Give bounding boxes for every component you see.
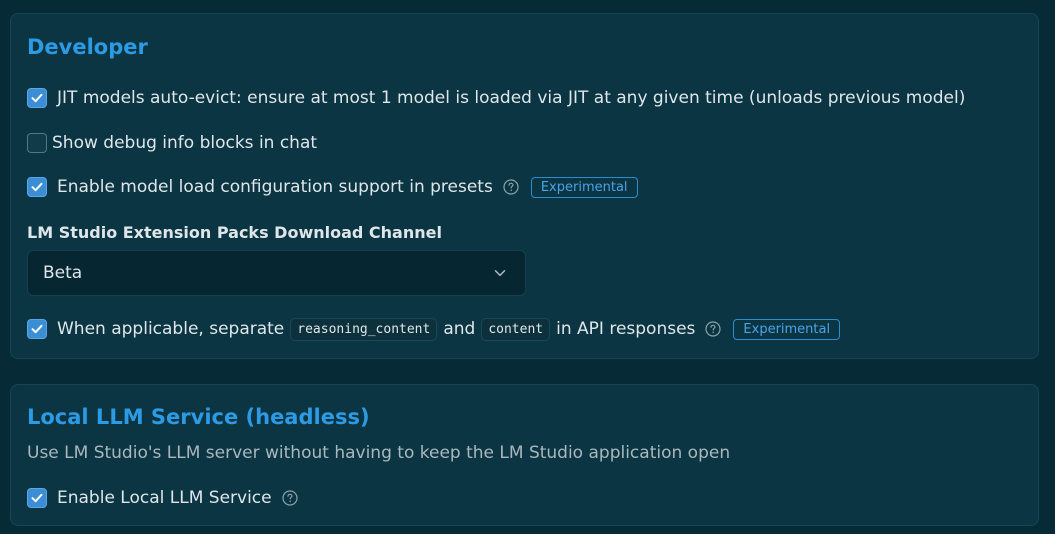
content-code: content	[481, 317, 551, 341]
question-circle-icon[interactable]	[705, 321, 722, 337]
experimental-badge: Experimental	[530, 176, 638, 198]
checkmark-icon	[31, 324, 43, 334]
debug-info-row[interactable]: Show debug info blocks in chat	[27, 131, 317, 155]
separate-reasoning-checkbox[interactable]	[27, 319, 47, 339]
experimental-badge: Experimental	[733, 318, 841, 340]
enable-local-llm-checkbox[interactable]	[27, 488, 47, 508]
separate-reasoning-row[interactable]: When applicable, separate reasoning_cont…	[27, 317, 841, 341]
enable-local-llm-row[interactable]: Enable Local LLM Service	[27, 486, 298, 510]
local-llm-description: Use LM Studio's LLM server without havin…	[27, 443, 731, 463]
extension-channel-value: Beta	[43, 263, 83, 283]
debug-info-checkbox[interactable]	[27, 133, 47, 153]
checkmark-icon	[31, 493, 43, 503]
checkmark-icon	[31, 182, 43, 192]
model-load-config-label: Enable model load configuration support …	[57, 177, 493, 197]
question-circle-icon[interactable]	[503, 179, 519, 195]
model-load-config-row[interactable]: Enable model load configuration support …	[27, 175, 638, 199]
checkmark-icon	[31, 93, 43, 103]
local-llm-section: Local LLM Service (headless) Use LM Stud…	[10, 384, 1039, 526]
debug-info-label: Show debug info blocks in chat	[52, 133, 318, 153]
separate-reasoning-text-after: in API responses	[556, 319, 696, 339]
jit-auto-evict-row[interactable]: JIT models auto-evict: ensure at most 1 …	[27, 86, 965, 110]
section-title-local-llm: Local LLM Service (headless)	[27, 405, 370, 429]
chevron-down-icon	[494, 270, 506, 277]
extension-channel-label: LM Studio Extension Packs Download Chann…	[27, 223, 442, 242]
section-title-developer: Developer	[27, 35, 148, 59]
reasoning-content-code: reasoning_content	[290, 317, 438, 341]
extension-channel-select[interactable]: Beta	[27, 250, 526, 296]
separate-reasoning-text-before: When applicable, separate	[57, 319, 285, 339]
question-circle-icon[interactable]	[282, 490, 298, 506]
separate-reasoning-text-and: and	[443, 319, 476, 339]
settings-page: Developer JIT models auto-evict: ensure …	[0, 0, 1055, 534]
enable-local-llm-label: Enable Local LLM Service	[57, 488, 272, 508]
jit-auto-evict-checkbox[interactable]	[27, 88, 47, 108]
model-load-config-checkbox[interactable]	[27, 177, 47, 197]
developer-section: Developer JIT models auto-evict: ensure …	[10, 13, 1039, 359]
jit-auto-evict-label: JIT models auto-evict: ensure at most 1 …	[57, 88, 966, 108]
